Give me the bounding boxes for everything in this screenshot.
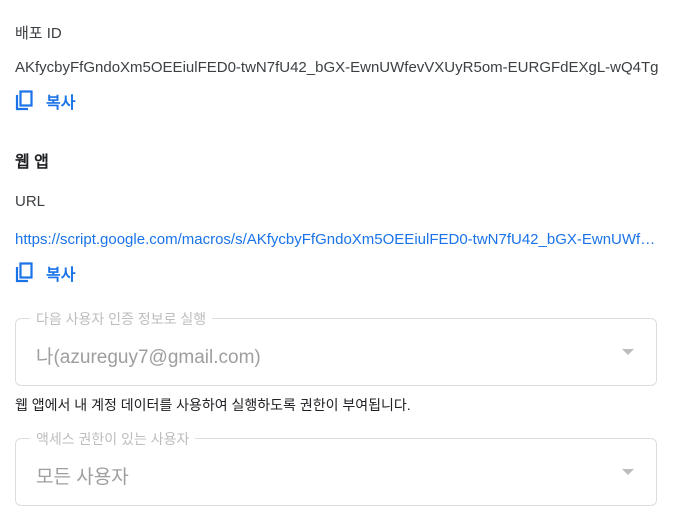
content-copy-icon <box>14 262 34 284</box>
web-app-title: 웹 앱 <box>15 154 49 171</box>
arrow-drop-down-icon <box>622 349 634 355</box>
execute-as-legend: 다음 사용자 인증 정보로 실행 <box>30 309 213 329</box>
url-label: URL <box>15 193 46 210</box>
copy-label: 복사 <box>46 267 76 284</box>
deployment-id-value: AKfycbyFfGndoXm5OEEiulFED0-twN7fU42_bGX-… <box>15 59 659 76</box>
copy-label: 복사 <box>46 95 76 112</box>
execute-as-value: 나(azureguy7@gmail.com) <box>36 347 261 368</box>
access-legend: 액세스 권한이 있는 사용자 <box>30 429 196 449</box>
access-select[interactable]: 액세스 권한이 있는 사용자 모든 사용자 <box>15 429 657 506</box>
content-copy-icon <box>14 90 34 112</box>
web-app-url-link[interactable]: https://script.google.com/macros/s/AKfyc… <box>15 231 660 248</box>
access-value: 모든 사용자 <box>36 467 129 488</box>
copy-url-button[interactable]: 복사 <box>14 261 75 285</box>
deployment-id-label: 배포 ID <box>15 25 62 42</box>
arrow-drop-down-icon <box>622 469 634 475</box>
execute-as-select[interactable]: 다음 사용자 인증 정보로 실행 나(azureguy7@gmail.com) <box>15 309 657 386</box>
execute-as-helper-text: 웹 앱에서 내 계정 데이터를 사용하여 실행하도록 권한이 부여됩니다. <box>15 397 411 413</box>
copy-deployment-id-button[interactable]: 복사 <box>14 89 75 113</box>
